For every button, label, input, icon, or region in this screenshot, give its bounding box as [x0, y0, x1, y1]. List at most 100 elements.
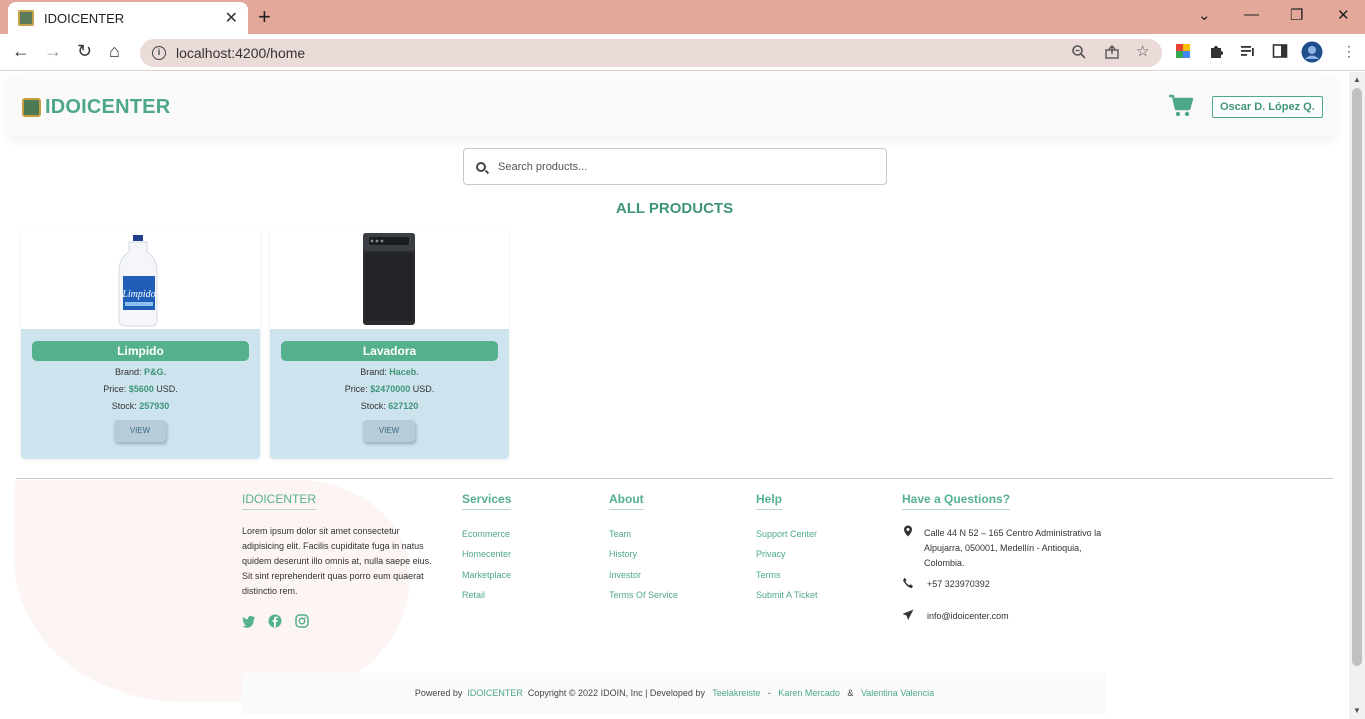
extensions-puzzle-icon[interactable] — [1208, 43, 1224, 59]
search-input[interactable] — [498, 160, 858, 173]
site-info-icon[interactable]: i — [152, 46, 166, 60]
help-heading: Help — [756, 492, 783, 510]
media-queue-icon[interactable] — [1240, 43, 1256, 59]
bookmark-star-icon[interactable]: ☆ — [1136, 42, 1149, 60]
reload-icon[interactable]: ↻ — [77, 41, 92, 62]
help-link-privacy[interactable]: Privacy — [756, 549, 786, 559]
share-icon[interactable] — [1104, 44, 1120, 60]
search-icon — [476, 161, 486, 172]
home-icon[interactable]: ⌂ — [109, 41, 120, 62]
page-scrollbar[interactable]: ▲ ▼ — [1349, 72, 1365, 719]
extension-color-icon[interactable] — [1175, 43, 1191, 59]
contact-phone: +57 323970392 — [927, 579, 990, 589]
browser-toolbar: ← → ↻ ⌂ i localhost:4200/home ☆ ⋮ — [0, 34, 1365, 71]
footer-divider — [16, 478, 1333, 479]
product-info: Limpido Brand: P&G. Price: $5600 USD. St… — [21, 329, 260, 459]
site-header: IDOICENTER Oscar D. López Q. — [8, 74, 1336, 136]
product-price: Price: $2470000 USD. — [344, 384, 435, 394]
product-info: Lavadora Brand: Haceb. Price: $2470000 U… — [270, 329, 509, 459]
services-link-marketplace[interactable]: Marketplace — [462, 570, 511, 580]
contact-email: info@idoicenter.com — [927, 611, 1009, 621]
svg-text:Limpido: Limpido — [121, 289, 155, 300]
restore-icon[interactable]: ❐ — [1290, 6, 1303, 24]
product-name: Lavadora — [281, 341, 498, 361]
contact-heading: Have a Questions? — [902, 492, 1011, 510]
zoom-icon[interactable] — [1071, 44, 1087, 60]
services-link-homecenter[interactable]: Homecenter — [462, 549, 511, 559]
minimize-icon[interactable]: — — [1244, 6, 1259, 23]
profile-avatar-icon[interactable] — [1301, 41, 1323, 63]
developer-link-1[interactable]: Teelakreiste — [712, 688, 760, 698]
tab-close-icon[interactable]: ✕ — [225, 8, 238, 28]
services-link-retail[interactable]: Retail — [462, 590, 485, 600]
forward-arrow-icon[interactable]: → — [44, 41, 62, 62]
bleach-bottle-image: Limpido — [118, 235, 158, 327]
browser-menu-icon[interactable]: ⋮ — [1342, 43, 1356, 60]
footer-help-column: Help — [756, 490, 783, 510]
view-product-button[interactable]: VIEW — [114, 420, 166, 442]
scrollbar-thumb[interactable] — [1352, 88, 1362, 666]
help-link-terms[interactable]: Terms — [756, 570, 781, 580]
product-image: Limpido — [21, 228, 260, 329]
services-link-ecommerce[interactable]: Ecommerce — [462, 529, 510, 539]
url-text: localhost:4200/home — [176, 45, 306, 61]
developer-link-2[interactable]: Karen Mercado — [778, 688, 840, 698]
browser-tab[interactable]: IDOICENTER ✕ — [8, 2, 248, 34]
powered-by-text: Powered by — [414, 688, 463, 698]
product-image — [270, 228, 509, 329]
shopping-cart-icon[interactable] — [1168, 94, 1194, 118]
product-card[interactable]: Lavadora Brand: Haceb. Price: $2470000 U… — [270, 228, 509, 459]
footer-description: Lorem ipsum dolor sit amet consectetur a… — [242, 526, 432, 596]
footer-brand: IDOICENTER — [242, 492, 317, 510]
about-link-investor[interactable]: Investor — [609, 570, 641, 580]
address-bar[interactable]: i localhost:4200/home — [140, 39, 1162, 67]
product-name: Limpido — [32, 341, 249, 361]
footer-bottom-bar: Powered by IDOICENTER Copyright © 2022 I… — [242, 673, 1107, 714]
instagram-icon[interactable] — [295, 614, 309, 628]
product-stock: Stock: 627120 — [360, 401, 419, 411]
site-favicon-icon — [18, 10, 34, 26]
section-title: ALL PRODUCTS — [615, 200, 734, 217]
view-product-button[interactable]: VIEW — [363, 420, 415, 442]
powered-by-brand-link[interactable]: IDOICENTER — [467, 688, 523, 698]
help-link-support-center[interactable]: Support Center — [756, 529, 817, 539]
about-heading: About — [609, 492, 644, 510]
footer-brand-column: IDOICENTER — [242, 490, 317, 510]
tab-title: IDOICENTER — [44, 10, 125, 26]
product-price: Price: $5600 USD. — [103, 384, 178, 394]
map-pin-icon — [904, 525, 912, 537]
window-close-icon[interactable]: ✕ — [1337, 6, 1350, 24]
facebook-icon[interactable] — [268, 614, 282, 628]
page-viewport: IDOICENTER Oscar D. López Q. ALL PRODUCT… — [0, 72, 1349, 719]
separator-ampersand: & — [847, 688, 854, 698]
developer-link-3[interactable]: Valentina Valencia — [861, 688, 934, 698]
back-arrow-icon[interactable]: ← — [12, 41, 30, 62]
about-link-terms-of-service[interactable]: Terms Of Service — [609, 590, 678, 600]
browser-tab-bar: IDOICENTER ✕ + ⌄ — ❐ ✕ — [0, 0, 1365, 34]
contact-address: Calle 44 N 52 – 165 Centro Administrativ… — [924, 528, 1102, 568]
help-link-submit-ticket[interactable]: Submit A Ticket — [756, 590, 818, 600]
side-panel-icon[interactable] — [1272, 43, 1288, 59]
footer-contact-column: Have a Questions? — [902, 490, 1011, 510]
paper-plane-icon — [902, 609, 914, 620]
site-logo[interactable]: IDOICENTER — [22, 96, 170, 119]
washing-machine-image — [363, 233, 415, 325]
brand-name: IDOICENTER — [45, 96, 171, 118]
twitter-icon[interactable] — [242, 614, 256, 628]
about-link-team[interactable]: Team — [609, 529, 631, 539]
about-link-history[interactable]: History — [609, 549, 637, 559]
scroll-up-arrow-icon[interactable]: ▲ — [1353, 75, 1361, 84]
services-heading: Services — [462, 492, 512, 510]
separator-dash: - — [767, 688, 771, 698]
footer-about-column: About — [609, 490, 644, 510]
user-account-button[interactable]: Oscar D. López Q. — [1212, 96, 1323, 118]
new-tab-icon[interactable]: + — [258, 4, 271, 30]
product-search-bar[interactable] — [463, 148, 887, 185]
product-brand: Brand: Haceb. — [360, 367, 419, 377]
phone-icon — [903, 577, 913, 589]
logo-emblem-icon — [22, 98, 41, 117]
product-card[interactable]: Limpido Limpido Brand: P&G. Price: $5600… — [21, 228, 260, 459]
tab-search-chevron-icon[interactable]: ⌄ — [1198, 6, 1211, 24]
scroll-down-arrow-icon[interactable]: ▼ — [1353, 706, 1361, 715]
product-stock: Stock: 257930 — [111, 401, 170, 411]
